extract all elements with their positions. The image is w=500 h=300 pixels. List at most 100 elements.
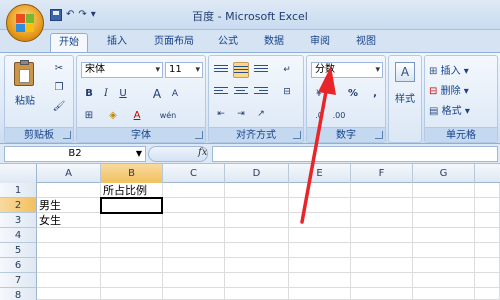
decrease-decimal-icon[interactable]: .00 [331, 108, 347, 124]
grid-cell[interactable] [225, 228, 289, 243]
grid-cell[interactable] [413, 183, 475, 198]
name-box[interactable]: B2 ▼ [4, 146, 146, 162]
grid-cell[interactable] [289, 198, 351, 213]
grid-cell[interactable] [163, 213, 225, 228]
font-name-select[interactable]: 宋体 [81, 62, 163, 78]
row-header[interactable]: 8 [0, 288, 37, 300]
bold-button[interactable]: B [81, 86, 97, 102]
column-header[interactable]: F [351, 164, 413, 183]
grid-cell[interactable] [225, 273, 289, 288]
currency-icon[interactable]: ¥ [311, 86, 327, 102]
grid-cell[interactable] [351, 273, 413, 288]
underline-button[interactable]: U [115, 86, 131, 102]
name-box-dropdown-icon[interactable]: ▼ [136, 147, 142, 161]
grid-cell[interactable] [351, 228, 413, 243]
grid-cell[interactable] [475, 258, 500, 273]
shrink-font-button[interactable]: A [167, 86, 183, 102]
active-cell-B2[interactable] [100, 197, 163, 214]
cell-A3[interactable]: 女生 [37, 213, 101, 228]
fill-color-icon[interactable]: ◈ [105, 108, 121, 124]
grid-cell[interactable] [289, 183, 351, 198]
insert-cells-button[interactable]: ⊞ 插入 ▾ [429, 62, 469, 77]
tab-page-layout[interactable]: 页面布局 [146, 33, 202, 52]
grid-cell[interactable] [475, 213, 500, 228]
font-size-select[interactable]: 11 [165, 62, 203, 78]
paste-button[interactable]: 粘贴 [11, 60, 39, 112]
grid-cell[interactable] [475, 228, 500, 243]
grid-cell[interactable] [225, 213, 289, 228]
merge-center-icon[interactable]: ⊟ [279, 84, 295, 100]
formula-input[interactable] [212, 146, 498, 162]
grid-cell[interactable] [225, 198, 289, 213]
grid-cell[interactable] [289, 243, 351, 258]
grid-cell[interactable] [163, 198, 225, 213]
tab-review[interactable]: 审阅 [302, 33, 338, 52]
font-color-button[interactable]: A [129, 108, 145, 124]
column-header[interactable]: E [289, 164, 351, 183]
column-header-partial[interactable] [475, 164, 500, 183]
grid-cell[interactable] [289, 288, 351, 300]
grid-cell[interactable] [163, 288, 225, 300]
number-launcher-icon[interactable] [375, 131, 383, 139]
align-middle-icon[interactable] [233, 62, 249, 78]
grid-cell[interactable] [225, 183, 289, 198]
grid-cell[interactable] [413, 288, 475, 300]
grid-cell[interactable] [475, 198, 500, 213]
tab-data[interactable]: 数据 [256, 33, 292, 52]
grid-cell[interactable] [101, 243, 163, 258]
grow-font-button[interactable]: A [149, 86, 165, 102]
format-painter-icon[interactable]: 🖌 [51, 99, 67, 115]
wrap-text-icon[interactable]: ↵ [279, 62, 295, 78]
percent-button[interactable]: % [345, 86, 361, 102]
grid-cell[interactable] [37, 183, 101, 198]
grid-cell[interactable] [475, 273, 500, 288]
grid-cell[interactable] [101, 213, 163, 228]
grid-cell[interactable] [163, 258, 225, 273]
grid-cell[interactable] [163, 228, 225, 243]
borders-icon[interactable]: ⊞ [81, 108, 97, 124]
grid-cell[interactable] [37, 273, 101, 288]
alignment-launcher-icon[interactable] [293, 131, 301, 139]
office-button[interactable] [6, 4, 44, 42]
comma-button[interactable]: , [367, 86, 383, 102]
grid-cell[interactable] [37, 288, 101, 300]
grid-cell[interactable] [475, 243, 500, 258]
column-header[interactable]: G [413, 164, 475, 183]
grid-cell[interactable] [163, 183, 225, 198]
tab-formulas[interactable]: 公式 [210, 33, 246, 52]
number-format-select[interactable]: 分数 [311, 62, 383, 78]
grid-cell[interactable] [413, 258, 475, 273]
format-cells-button[interactable]: ▤ 格式 ▾ [429, 102, 470, 117]
grid-cell[interactable] [289, 258, 351, 273]
grid-cell[interactable] [475, 288, 500, 300]
increase-decimal-icon[interactable]: .0 [311, 108, 327, 124]
row-header[interactable]: 2 [0, 198, 37, 213]
align-left-icon[interactable] [213, 84, 229, 100]
grid-cell[interactable] [351, 258, 413, 273]
grid-cell[interactable] [413, 198, 475, 213]
copy-icon[interactable]: ❐ [51, 80, 67, 96]
row-header[interactable]: 1 [0, 183, 37, 198]
align-center-icon[interactable] [233, 84, 249, 100]
grid-cell[interactable] [289, 273, 351, 288]
grid-cell[interactable] [413, 273, 475, 288]
align-bottom-icon[interactable] [253, 62, 269, 78]
grid-cell[interactable] [225, 288, 289, 300]
tab-home[interactable]: 开始 [50, 33, 88, 52]
cell-A2[interactable]: 男生 [37, 198, 101, 213]
grid-cell[interactable] [101, 273, 163, 288]
grid-cell[interactable] [475, 183, 500, 198]
grid-cell[interactable] [101, 228, 163, 243]
decrease-indent-icon[interactable]: ⇤ [213, 106, 229, 122]
tab-view[interactable]: 视图 [348, 33, 384, 52]
align-top-icon[interactable] [213, 62, 229, 78]
grid-cell[interactable] [163, 273, 225, 288]
clipboard-launcher-icon[interactable] [63, 131, 71, 139]
grid-cell[interactable] [413, 243, 475, 258]
cut-icon[interactable]: ✂ [51, 61, 67, 77]
grid-cell[interactable] [351, 183, 413, 198]
grid-cell[interactable] [289, 213, 351, 228]
increase-indent-icon[interactable]: ⇥ [233, 106, 249, 122]
insert-function-button[interactable]: fx [198, 147, 207, 158]
grid-cell[interactable] [101, 258, 163, 273]
